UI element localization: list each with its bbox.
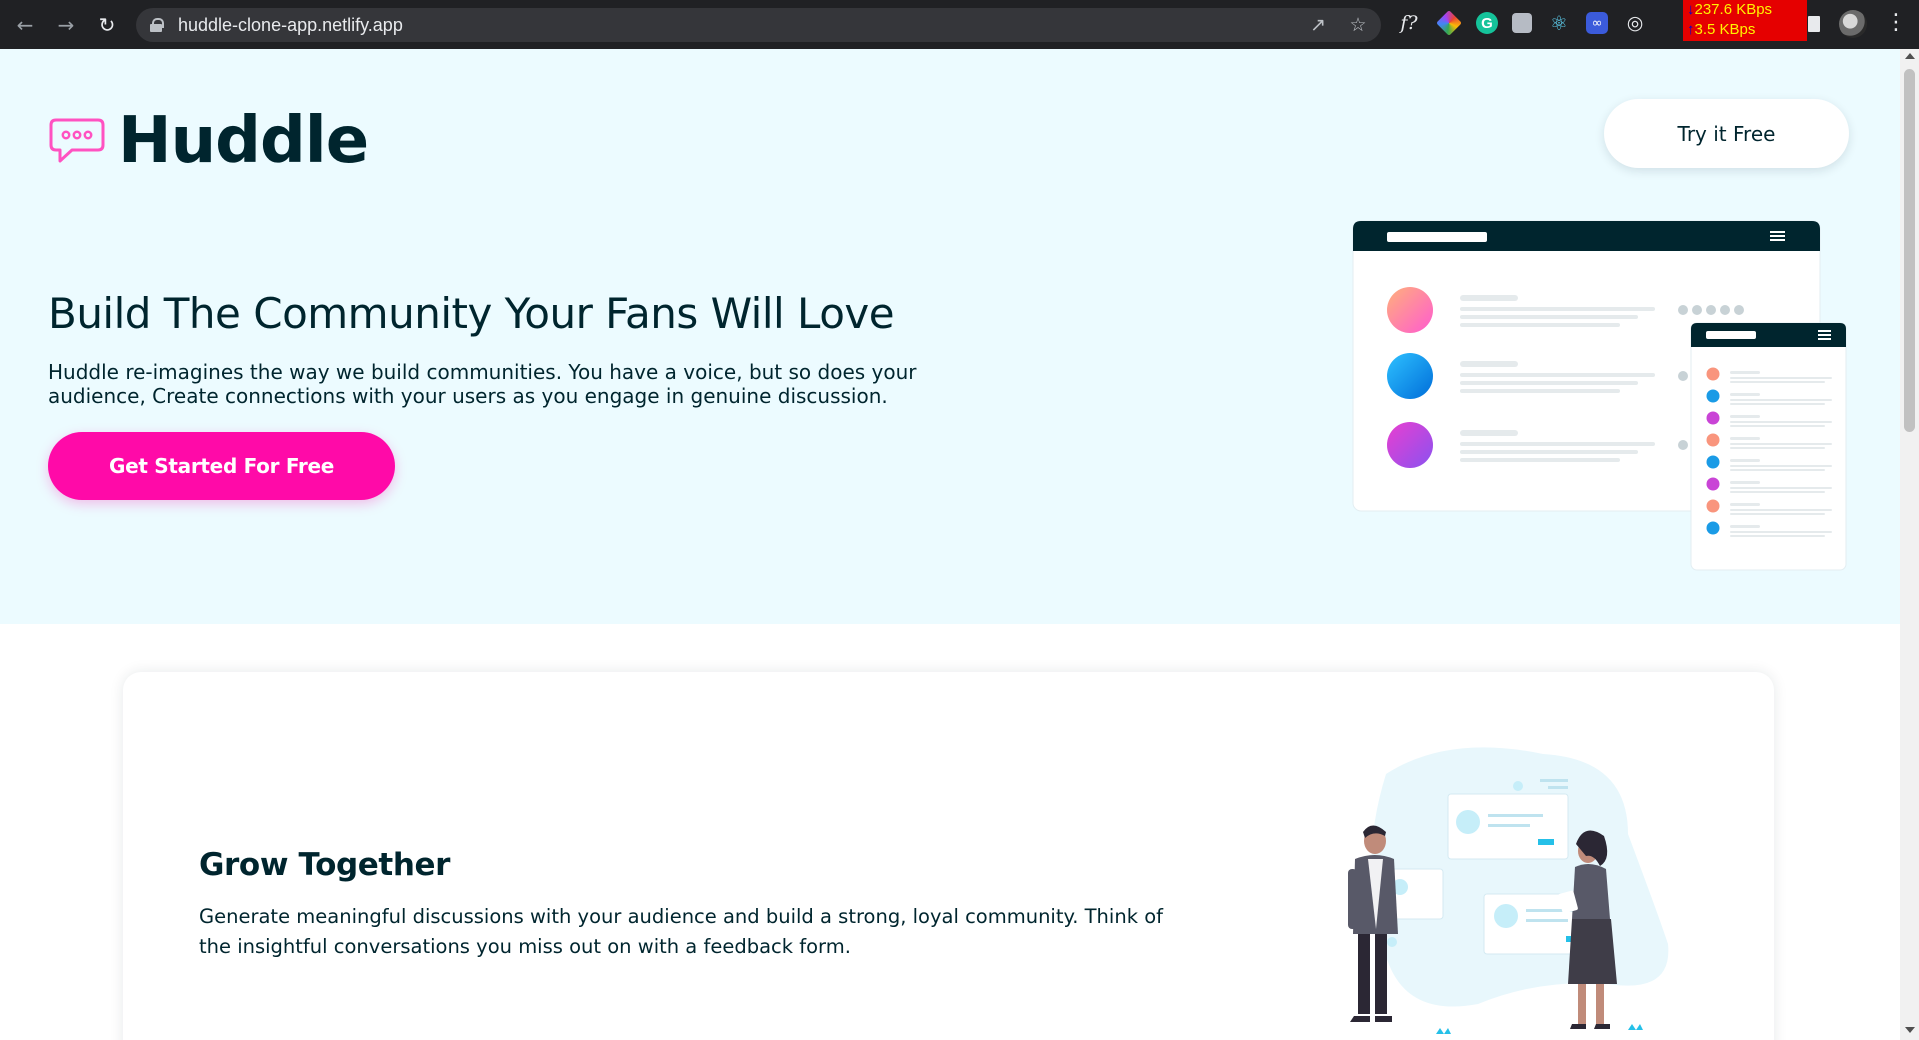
scroll-up-arrow-icon[interactable] bbox=[1905, 53, 1915, 59]
address-bar[interactable]: huddle-clone-app.netlify.app ↗ ☆ bbox=[136, 8, 1381, 42]
share-icon[interactable]: ↗ bbox=[1307, 14, 1329, 36]
react-devtools-icon[interactable]: ⚛ bbox=[1546, 10, 1572, 36]
bookmark-star-icon[interactable]: ☆ bbox=[1347, 14, 1369, 36]
feature-description: Generate meaningful discussions with you… bbox=[199, 905, 1163, 958]
back-icon[interactable]: ← bbox=[12, 12, 38, 38]
page: Huddle Try it Free Build The Community Y… bbox=[0, 49, 1900, 1040]
scroll-down-arrow-icon[interactable] bbox=[1905, 1027, 1915, 1033]
feature-card-grow-together: Grow Together Generate meaningful discus… bbox=[123, 672, 1774, 1040]
side-panel-icon[interactable] bbox=[1808, 16, 1820, 32]
browser-toolbar: ← → ↻ huddle-clone-app.netlify.app ↗ ☆ f… bbox=[0, 0, 1919, 49]
page-scrollbar[interactable] bbox=[1900, 49, 1919, 1040]
network-speed-badge: ↓237.6 KBps ↑3.5 KBps bbox=[1683, 0, 1807, 41]
scrollbar-thumb[interactable] bbox=[1904, 69, 1915, 432]
forward-icon[interactable]: → bbox=[53, 12, 79, 38]
hero-section: Huddle Try it Free Build The Community Y… bbox=[0, 49, 1900, 624]
target-icon[interactable]: ◎ bbox=[1622, 10, 1648, 36]
logo[interactable]: Huddle bbox=[48, 104, 369, 178]
grammarly-icon[interactable]: G bbox=[1476, 12, 1498, 34]
extension-icon[interactable]: ∞ bbox=[1586, 12, 1608, 34]
download-speed: 237.6 KBps bbox=[1694, 1, 1773, 18]
menu-icon[interactable]: ⋮ bbox=[1885, 10, 1907, 36]
color-picker-icon[interactable] bbox=[1436, 10, 1462, 36]
get-started-button[interactable]: Get Started For Free bbox=[48, 432, 395, 500]
font-finder-icon[interactable]: f? bbox=[1396, 10, 1422, 36]
hero-description: Huddle re-imagines the way we build comm… bbox=[48, 360, 917, 408]
upload-speed: 3.5 KBps bbox=[1694, 21, 1756, 38]
extension-icon[interactable] bbox=[1512, 13, 1532, 33]
feature-title: Grow Together bbox=[199, 847, 451, 883]
reload-icon[interactable]: ↻ bbox=[94, 12, 120, 38]
profile-avatar[interactable] bbox=[1839, 10, 1867, 38]
try-it-free-button[interactable]: Try it Free bbox=[1604, 99, 1849, 168]
hero-title: Build The Community Your Fans Will Love bbox=[48, 289, 895, 338]
app-mockup-illustration bbox=[1352, 220, 1847, 571]
url-text[interactable]: huddle-clone-app.netlify.app bbox=[178, 15, 403, 36]
chat-bubble-icon bbox=[49, 118, 105, 163]
lock-icon[interactable] bbox=[150, 18, 164, 32]
people-collaborating-illustration bbox=[1348, 747, 1669, 1034]
logo-text: Huddle bbox=[118, 104, 369, 178]
